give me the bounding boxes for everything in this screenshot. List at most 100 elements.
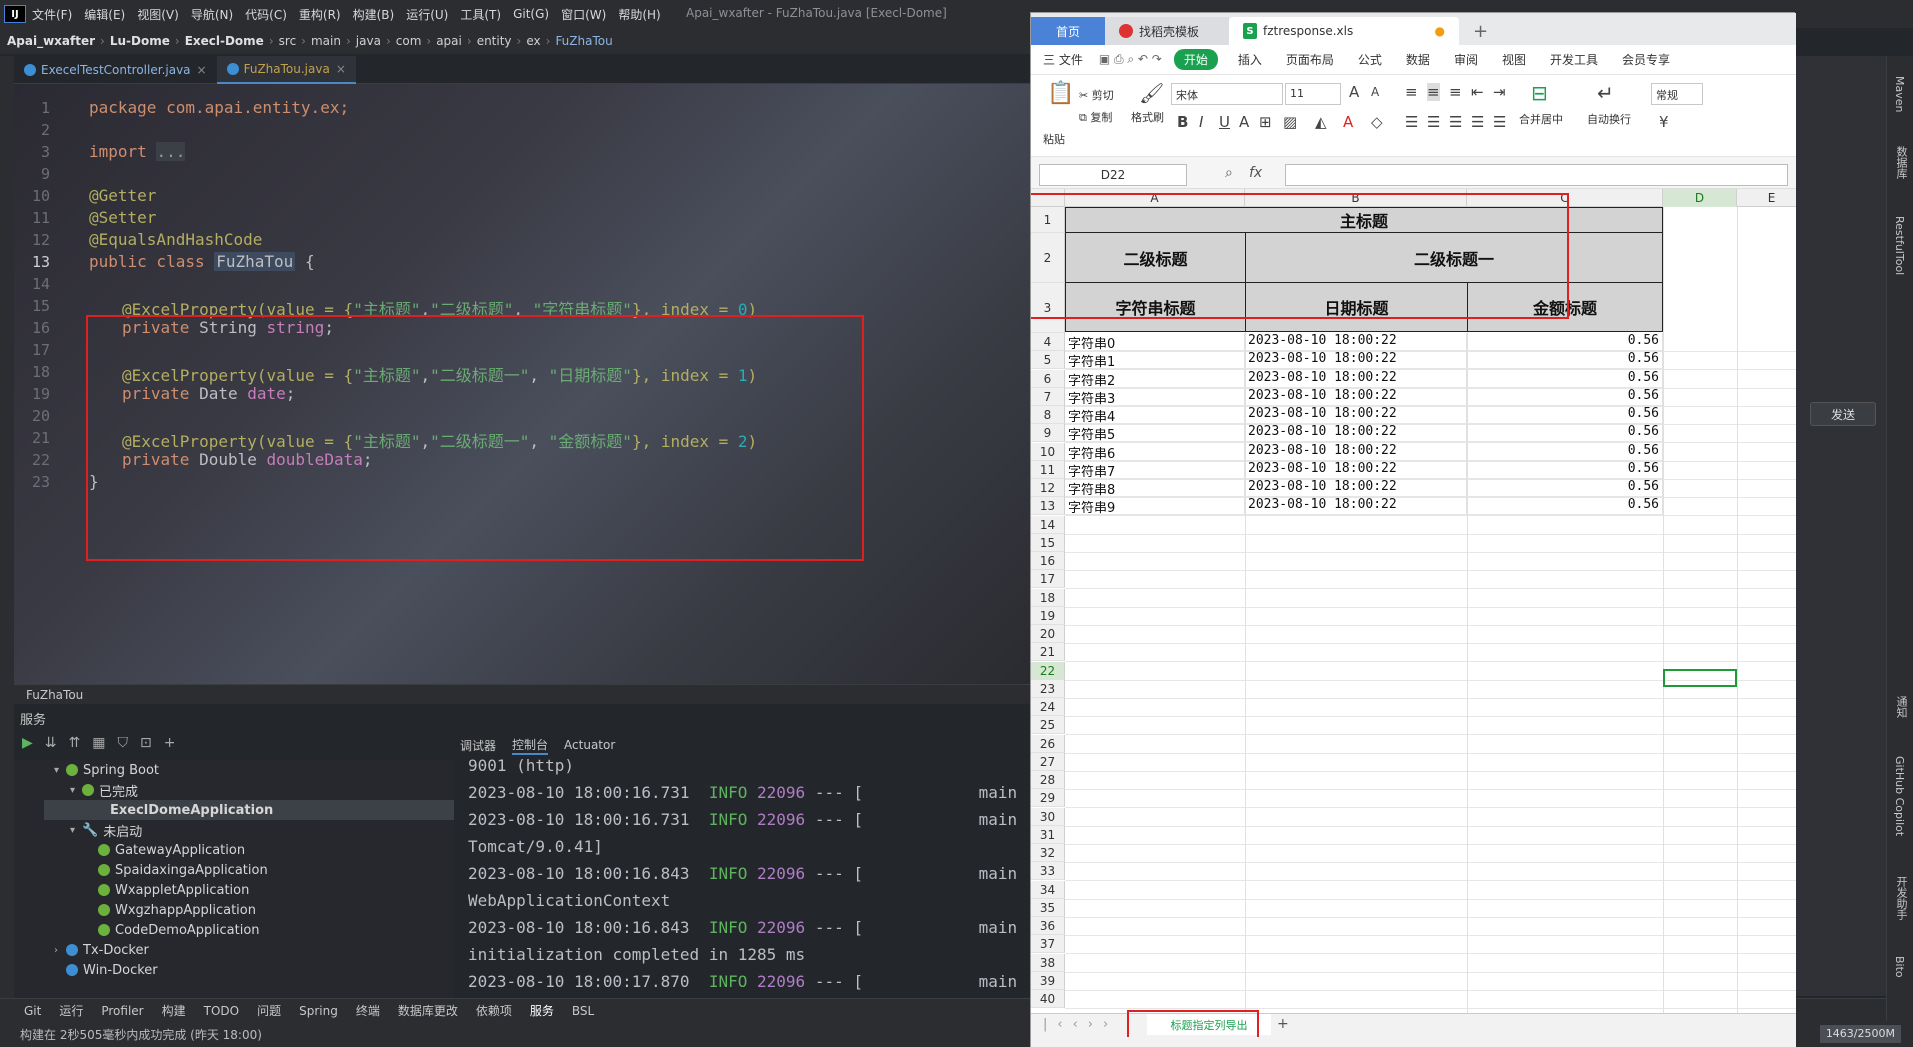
currency-icon[interactable]: ¥ — [1659, 113, 1669, 131]
tool-build[interactable]: 构建 — [162, 1002, 186, 1019]
data-cell[interactable]: 字符串4 — [1065, 406, 1245, 425]
add-sheet-icon[interactable]: + — [1277, 1016, 1289, 1032]
tool-services[interactable]: 服务 — [530, 1002, 554, 1019]
align-left-icon[interactable]: ☰ — [1405, 113, 1418, 131]
data-cell[interactable]: 2023-08-10 18:00:22 — [1245, 479, 1467, 497]
data-cell[interactable]: 0.56 — [1467, 461, 1663, 479]
row-header[interactable]: 15 — [1031, 534, 1065, 552]
paste-label[interactable]: 粘贴 — [1043, 131, 1065, 147]
row-header[interactable]: 40 — [1031, 990, 1065, 1008]
row-header[interactable]: 27 — [1031, 753, 1065, 771]
data-cell[interactable]: 字符串7 — [1065, 461, 1245, 480]
row-header[interactable]: 13 — [1031, 497, 1065, 515]
row-header[interactable]: 37 — [1031, 935, 1065, 953]
tab-home[interactable]: 首页 — [1031, 17, 1105, 45]
tree-node-app[interactable]: GatewayApplication — [98, 840, 245, 860]
new-tab-icon[interactable]: + — [1459, 17, 1502, 45]
group-icon[interactable]: ▦ — [92, 735, 105, 751]
data-cell[interactable]: 0.56 — [1467, 333, 1663, 351]
breadcrumb-item[interactable]: src — [276, 34, 300, 48]
data-cell[interactable]: 字符串6 — [1065, 443, 1245, 462]
data-cell[interactable]: 字符串9 — [1065, 497, 1245, 516]
fx-icon[interactable]: fx — [1249, 165, 1262, 181]
row-header[interactable]: 16 — [1031, 552, 1065, 570]
menu-data[interactable]: 数据 — [1394, 51, 1442, 68]
tab-file[interactable]: Sfztresponse.xls ● — [1229, 17, 1459, 45]
breadcrumb-item[interactable]: main — [308, 34, 344, 48]
row-header[interactable]: 10 — [1031, 443, 1065, 461]
data-cell[interactable]: 0.56 — [1467, 388, 1663, 406]
tree-node-finished[interactable]: ▾ 已完成 — [70, 780, 138, 800]
close-icon[interactable]: × — [197, 63, 207, 77]
tool-bito[interactable]: Bito — [1893, 956, 1906, 978]
menu-formula[interactable]: 公式 — [1346, 51, 1394, 68]
breadcrumb-item[interactable]: FuZhaTou — [552, 34, 615, 48]
menu-tools[interactable]: 工具(T) — [454, 6, 507, 23]
copy-button[interactable]: ⧉ 复制 — [1079, 109, 1112, 125]
fill-color-icon[interactable]: ◭ — [1315, 113, 1327, 131]
column-header[interactable]: D — [1663, 189, 1737, 207]
font-name-select[interactable]: 宋体 — [1171, 83, 1283, 105]
tree-node-docker[interactable]: Win-Docker — [54, 960, 158, 980]
row-header[interactable]: 25 — [1031, 716, 1065, 734]
row-header[interactable]: 23 — [1031, 680, 1065, 698]
menu-developer[interactable]: 开发工具 — [1538, 51, 1610, 68]
row-header[interactable]: 17 — [1031, 570, 1065, 588]
row-header[interactable]: 28 — [1031, 771, 1065, 789]
menu-git[interactable]: Git(G) — [507, 7, 555, 21]
tool-spring[interactable]: Spring — [299, 1004, 338, 1018]
menu-code[interactable]: 代码(C) — [239, 6, 293, 23]
row-header[interactable]: 18 — [1031, 589, 1065, 607]
data-cell[interactable]: 2023-08-10 18:00:22 — [1245, 443, 1467, 461]
tool-notifications[interactable]: 通知 — [1893, 696, 1909, 718]
border-icon[interactable]: ⊞ — [1259, 113, 1272, 131]
tool-problems[interactable]: 问题 — [257, 1002, 281, 1019]
grow-font-icon[interactable]: A — [1349, 83, 1359, 101]
font-size-select[interactable]: 11 — [1285, 83, 1341, 105]
tool-dev-assistant[interactable]: 开发助手 — [1893, 876, 1909, 920]
menu-help[interactable]: 帮助(H) — [612, 6, 666, 23]
bold-icon[interactable]: B — [1177, 113, 1188, 131]
align-right-icon[interactable]: ☰ — [1449, 113, 1462, 131]
row-header[interactable]: 24 — [1031, 698, 1065, 716]
row-header[interactable]: 22 — [1031, 662, 1065, 680]
format-painter-label[interactable]: 格式刷 — [1131, 109, 1164, 125]
data-cell[interactable]: 字符串0 — [1065, 333, 1245, 352]
tool-run[interactable]: 运行 — [59, 1002, 83, 1019]
align-center-icon[interactable]: ☰ — [1427, 113, 1440, 131]
clear-format-icon[interactable]: ◇ — [1371, 113, 1383, 131]
data-cell[interactable]: 2023-08-10 18:00:22 — [1245, 370, 1467, 388]
tab-actuator[interactable]: Actuator — [564, 738, 615, 752]
data-cell[interactable]: 2023-08-10 18:00:22 — [1245, 406, 1467, 424]
console-output[interactable]: 9001 (http) 2023-08-10 18:00:16.731 INFO… — [460, 756, 1030, 1016]
row-header[interactable]: 31 — [1031, 826, 1065, 844]
row-header[interactable]: 4 — [1031, 333, 1065, 351]
data-cell[interactable]: 字符串2 — [1065, 370, 1245, 389]
name-box[interactable]: D22 — [1039, 164, 1187, 186]
tool-bsl[interactable]: BSL — [572, 1004, 594, 1018]
menu-file[interactable]: 文件(F) — [26, 6, 78, 23]
row-header[interactable]: 11 — [1031, 461, 1065, 479]
data-cell[interactable]: 2023-08-10 18:00:22 — [1245, 388, 1467, 406]
shrink-font-icon[interactable]: A — [1371, 85, 1379, 99]
tree-node-not-started[interactable]: ▾ 🔧 未启动 — [70, 820, 142, 840]
distribute-icon[interactable]: ☰ — [1493, 113, 1506, 131]
row-header[interactable]: 5 — [1031, 351, 1065, 369]
tree-node-docker[interactable]: › Tx-Docker — [54, 940, 149, 960]
zoom-icon[interactable]: ⌕ — [1225, 165, 1233, 181]
style-icon[interactable]: ▨ — [1283, 113, 1297, 131]
menu-navigate[interactable]: 导航(N) — [185, 6, 239, 23]
data-cell[interactable]: 字符串3 — [1065, 388, 1245, 407]
justify-icon[interactable]: ☰ — [1471, 113, 1484, 131]
tool-restfultool[interactable]: RestfulTool — [1893, 216, 1906, 275]
row-header[interactable]: 21 — [1031, 643, 1065, 661]
new-tab-icon[interactable]: ⊡ — [140, 735, 152, 751]
tree-node-app[interactable]: CodeDemoApplication — [98, 920, 260, 940]
row-header[interactable]: 35 — [1031, 899, 1065, 917]
merge-center-label[interactable]: 合并居中 — [1519, 111, 1563, 127]
menu-member[interactable]: 会员专享 — [1610, 51, 1682, 68]
tool-todo[interactable]: TODO — [204, 1004, 239, 1018]
tool-dependencies[interactable]: 依赖项 — [476, 1002, 512, 1019]
data-cell[interactable]: 0.56 — [1467, 424, 1663, 442]
align-middle-icon[interactable]: ≡ — [1427, 83, 1440, 101]
